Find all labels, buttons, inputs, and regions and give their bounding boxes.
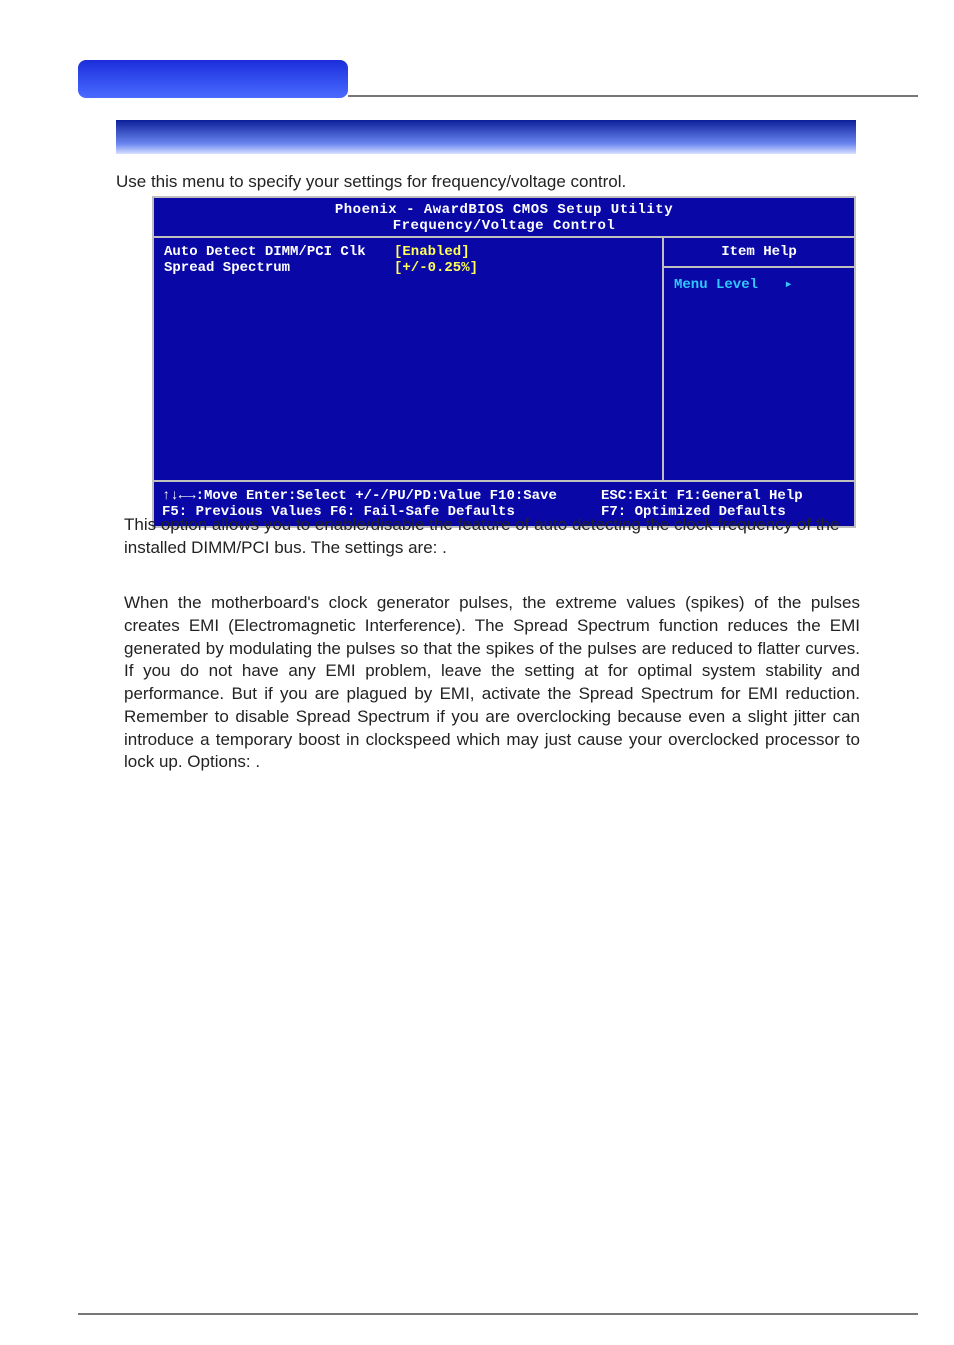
footer-left-line1: ↑↓←→:Move Enter:Select +/-/PU/PD:Value F…	[162, 488, 601, 504]
header-pill	[78, 60, 348, 98]
bios-setting-row[interactable]: Auto Detect DIMM/PCI Clk [Enabled]	[164, 244, 652, 260]
bios-title-line2: Frequency/Voltage Control	[154, 218, 854, 234]
arrow-right-icon: ▸	[784, 277, 792, 293]
section-heading-bar	[116, 120, 856, 154]
bios-title: Phoenix - AwardBIOS CMOS Setup Utility F…	[154, 198, 854, 236]
setting-label: Spread Spectrum	[164, 260, 394, 276]
setting-value[interactable]: [Enabled]	[394, 244, 470, 260]
paragraph-auto-detect: This option allows you to enable/disable…	[124, 514, 860, 560]
intro-text: Use this menu to specify your settings f…	[116, 172, 626, 192]
menu-level-label: Menu Level	[674, 277, 758, 293]
bios-setting-row[interactable]: Spread Spectrum [+/-0.25%]	[164, 260, 652, 276]
page-footer-rule	[78, 1313, 918, 1315]
bios-screenshot: Phoenix - AwardBIOS CMOS Setup Utility F…	[152, 196, 856, 528]
bios-help-panel: Item Help Menu Level ▸	[664, 238, 854, 480]
paragraph-spread-spectrum: When the motherboard's clock generator p…	[124, 592, 860, 774]
bios-title-line1: Phoenix - AwardBIOS CMOS Setup Utility	[154, 202, 854, 218]
setting-label: Auto Detect DIMM/PCI Clk	[164, 244, 394, 260]
header-rule	[348, 95, 918, 97]
menu-level: Menu Level ▸	[664, 268, 854, 301]
footer-right-line1: ESC:Exit F1:General Help	[601, 488, 846, 504]
setting-value[interactable]: [+/-0.25%]	[394, 260, 478, 276]
bios-settings-panel: Auto Detect DIMM/PCI Clk [Enabled] Sprea…	[154, 238, 664, 480]
item-help-title: Item Help	[664, 238, 854, 268]
